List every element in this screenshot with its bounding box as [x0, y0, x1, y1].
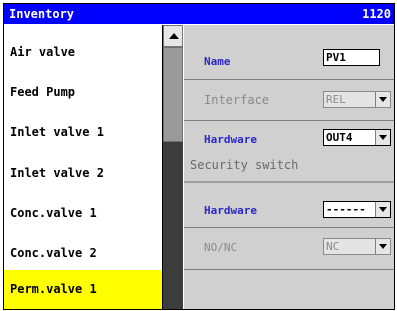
divider	[184, 120, 394, 121]
list-item-air-valve[interactable]: Air valve	[4, 33, 162, 72]
window-title: Inventory	[9, 7, 75, 21]
list-item-conc-valve-2[interactable]: Conc.valve 2	[4, 234, 162, 273]
dropdown-arrow-icon	[375, 130, 390, 145]
inventory-window: Inventory 1120 Air valve Feed Pump Inlet…	[3, 3, 395, 310]
dropdown-arrow-icon	[375, 202, 390, 217]
section-divider	[184, 181, 394, 183]
divider	[184, 227, 394, 228]
divider	[184, 79, 394, 80]
security-hardware-select[interactable]: ------	[323, 201, 391, 218]
interface-select[interactable]: REL	[323, 91, 391, 108]
interface-label: Interface	[204, 93, 270, 107]
scroll-thumb[interactable]	[163, 47, 183, 142]
title-bar: Inventory 1120	[4, 4, 394, 24]
hardware-label: Hardware	[204, 133, 257, 146]
list-item-inlet-valve-2[interactable]: Inlet valve 2	[4, 154, 162, 193]
scroll-up-button[interactable]	[163, 25, 183, 47]
nonc-value: NC	[326, 240, 340, 253]
dropdown-arrow-icon	[375, 92, 390, 107]
window-id: 1120	[362, 7, 391, 21]
hardware-value: OUT4	[326, 131, 353, 144]
inventory-list[interactable]: Air valve Feed Pump Inlet valve 1 Inlet …	[4, 25, 163, 309]
nonc-label: NO/NC	[204, 241, 238, 254]
security-hardware-label: Hardware	[204, 204, 257, 217]
dropdown-arrow-icon	[375, 239, 390, 254]
interface-value: REL	[326, 93, 346, 106]
list-item-perm-valve-1[interactable]: Perm.valve 1	[4, 270, 162, 309]
divider	[184, 269, 394, 270]
security-switch-title: Security switch	[190, 158, 299, 172]
details-panel: Name PV1 Interface REL Hardware OUT4 Sec…	[184, 25, 394, 309]
name-field[interactable]: PV1	[323, 49, 380, 66]
nonc-select[interactable]: NC	[323, 238, 391, 255]
list-scrollbar[interactable]	[163, 25, 183, 309]
list-item-inlet-valve-1[interactable]: Inlet valve 1	[4, 113, 162, 152]
name-label: Name	[204, 55, 231, 68]
hardware-select[interactable]: OUT4	[323, 129, 391, 146]
security-hardware-value: ------	[326, 203, 366, 216]
list-item-conc-valve-1[interactable]: Conc.valve 1	[4, 194, 162, 233]
list-item-feed-pump[interactable]: Feed Pump	[4, 73, 162, 112]
